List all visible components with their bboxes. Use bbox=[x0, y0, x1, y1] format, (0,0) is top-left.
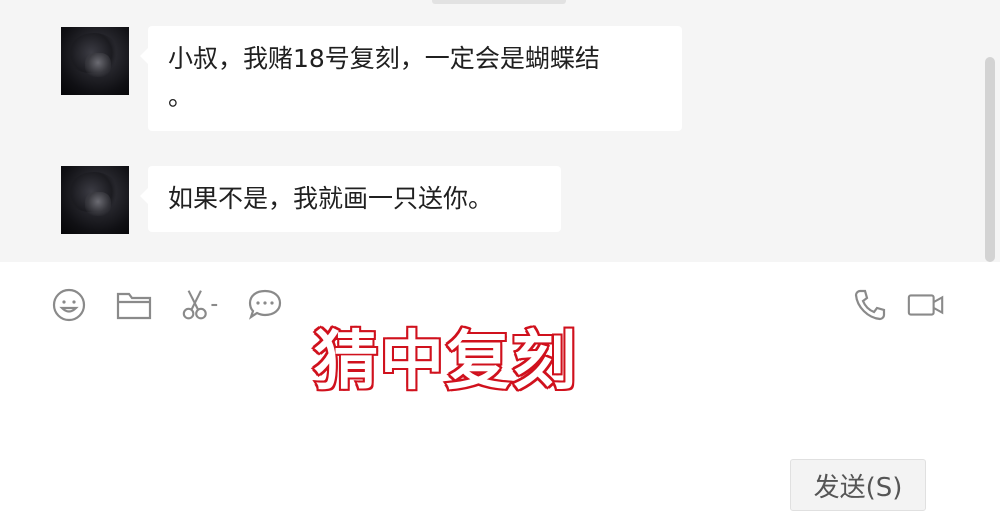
emoji-icon[interactable] bbox=[49, 285, 89, 325]
scissors-icon[interactable] bbox=[180, 285, 220, 325]
send-button[interactable]: 发送(S) bbox=[790, 459, 926, 511]
previous-message-edge bbox=[432, 0, 566, 4]
video-icon[interactable] bbox=[906, 285, 946, 325]
phone-icon[interactable] bbox=[850, 285, 890, 325]
input-area[interactable]: 猜中复刻 发送(S) bbox=[0, 262, 1000, 515]
avatar-face bbox=[85, 192, 111, 216]
chat-bubble-icon[interactable] bbox=[245, 285, 285, 325]
message-text-line: 小叔，我赌18号复刻，一定会是蝴蝶结 bbox=[168, 44, 600, 73]
chat-scrollbar[interactable] bbox=[985, 57, 995, 262]
overlay-caption: 猜中复刻 bbox=[312, 323, 578, 401]
message-bubble[interactable]: 如果不是，我就画一只送你。 bbox=[140, 166, 561, 232]
chat-message-area: 小叔，我赌18号复刻，一定会是蝴蝶结 。 如果不是，我就画一只送你。 bbox=[0, 0, 1000, 262]
avatar-face bbox=[85, 53, 111, 77]
folder-icon[interactable] bbox=[114, 285, 154, 325]
message-text: 如果不是，我就画一只送你。 bbox=[168, 184, 494, 213]
message-bubble[interactable]: 小叔，我赌18号复刻，一定会是蝴蝶结 。 bbox=[140, 26, 682, 131]
contact-avatar[interactable] bbox=[61, 166, 129, 234]
contact-avatar[interactable] bbox=[61, 27, 129, 95]
message-text-line: 。 bbox=[168, 82, 194, 111]
